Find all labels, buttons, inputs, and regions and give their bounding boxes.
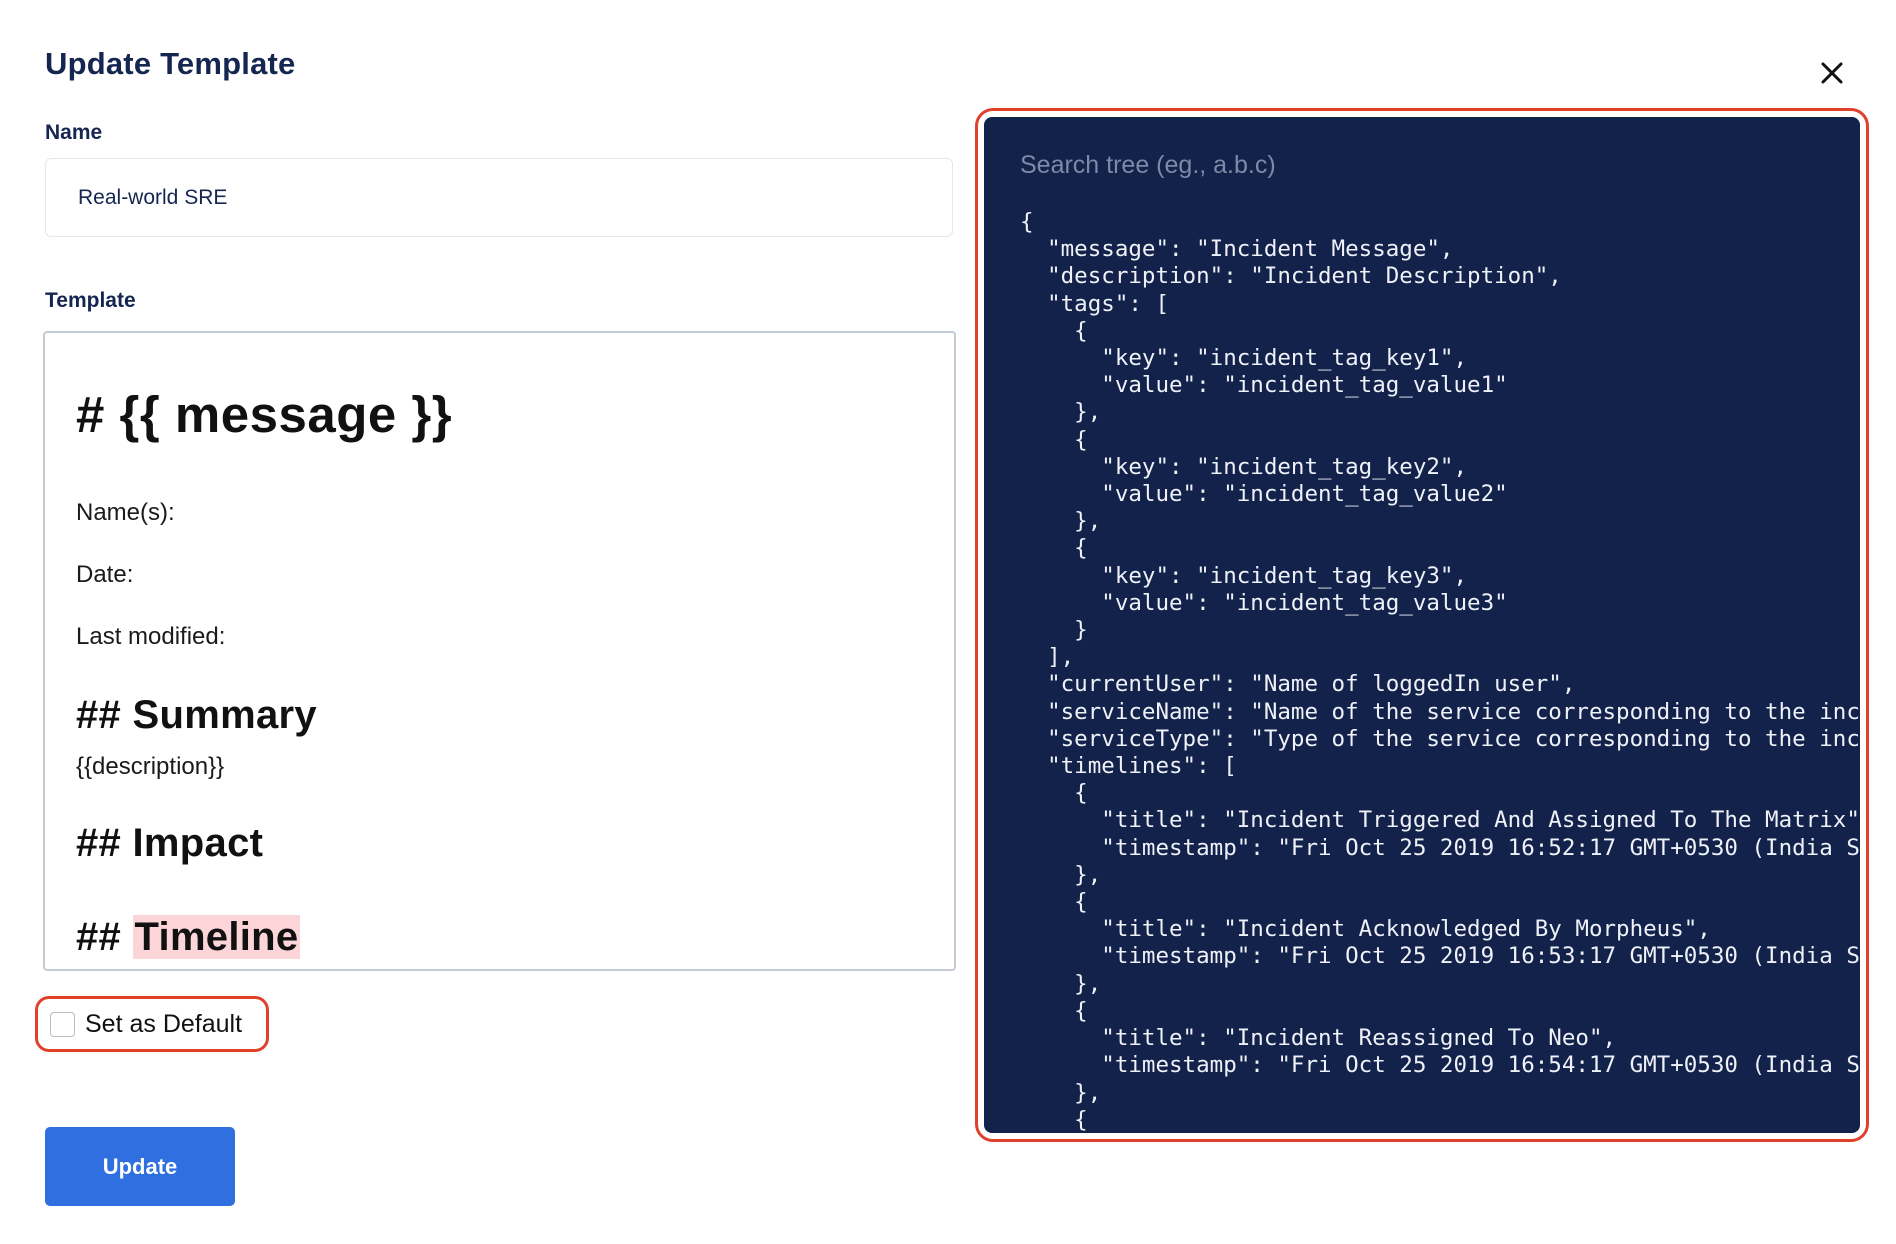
tree-json-content: { "message": "Incident Message", "descri… — [1020, 209, 1860, 1133]
variable-tree-panel[interactable]: { "message": "Incident Message", "descri… — [984, 117, 1860, 1133]
template-summary-heading: ## Summary — [76, 693, 317, 737]
timeline-highlight: Timeline — [132, 915, 301, 959]
template-last-modified-line: Last modified: — [76, 623, 226, 650]
template-names-line: Name(s): — [76, 499, 175, 526]
template-label: Template — [45, 289, 136, 312]
template-editor[interactable]: # {{ message }} Name(s): Date: Last modi… — [43, 331, 956, 971]
template-heading: # {{ message }} — [76, 386, 453, 443]
close-icon[interactable] — [1815, 56, 1849, 90]
update-button[interactable]: Update — [45, 1127, 235, 1206]
set-default-checkbox[interactable] — [50, 1011, 75, 1037]
set-default-label: Set as Default — [85, 1009, 243, 1038]
template-description-line: {{description}} — [76, 753, 225, 780]
name-label: Name — [45, 121, 103, 144]
variable-tree-panel-highlight: { "message": "Incident Message", "descri… — [975, 108, 1869, 1142]
template-impact-heading: ## Impact — [76, 821, 264, 865]
page-title: Update Template — [45, 46, 296, 81]
set-default-option[interactable]: Set as Default — [35, 996, 269, 1052]
timeline-prefix: ## — [76, 915, 133, 959]
template-date-line: Date: — [76, 561, 134, 588]
tree-search-input[interactable] — [1020, 143, 1840, 187]
name-input[interactable] — [45, 158, 953, 237]
template-timeline-heading: ## Timeline — [76, 915, 301, 960]
